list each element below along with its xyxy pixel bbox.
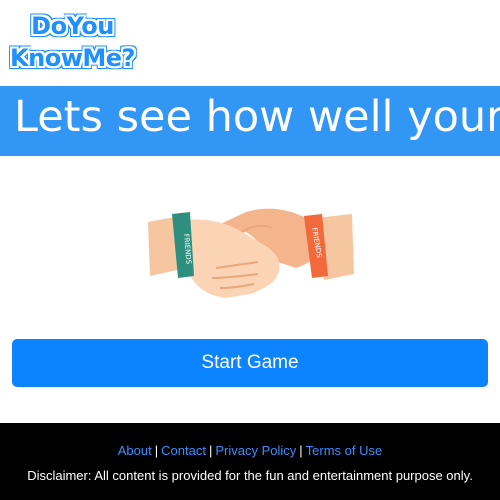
start-game-button[interactable]: Start Game [12,339,488,387]
site-logo[interactable]: DoYou KnowMe? [10,8,135,78]
footer: About | Contact | Privacy Policy | Terms of Us… [0,423,500,500]
separator: | [208,443,213,458]
about-link[interactable]: About [118,443,152,458]
disclaimer-text: Disclaimer: All content is provided for … [27,468,473,483]
headline-banner: Lets see how well your [0,86,500,156]
logo-line-1: DoYou [31,12,114,40]
handshake-icon: FRIENDS FRIENDS [148,208,354,298]
separator: | [154,443,159,458]
contact-link[interactable]: Contact [161,443,206,458]
footer-links: About | Contact | Privacy Policy | Terms of Us… [0,443,500,458]
privacy-policy-link[interactable]: Privacy Policy [215,443,296,458]
logo-line-2: KnowMe? [10,44,135,72]
terms-of-use-link[interactable]: Terms of Use [306,443,383,458]
headline-text: Lets see how well your [14,92,500,142]
separator: | [299,443,303,458]
